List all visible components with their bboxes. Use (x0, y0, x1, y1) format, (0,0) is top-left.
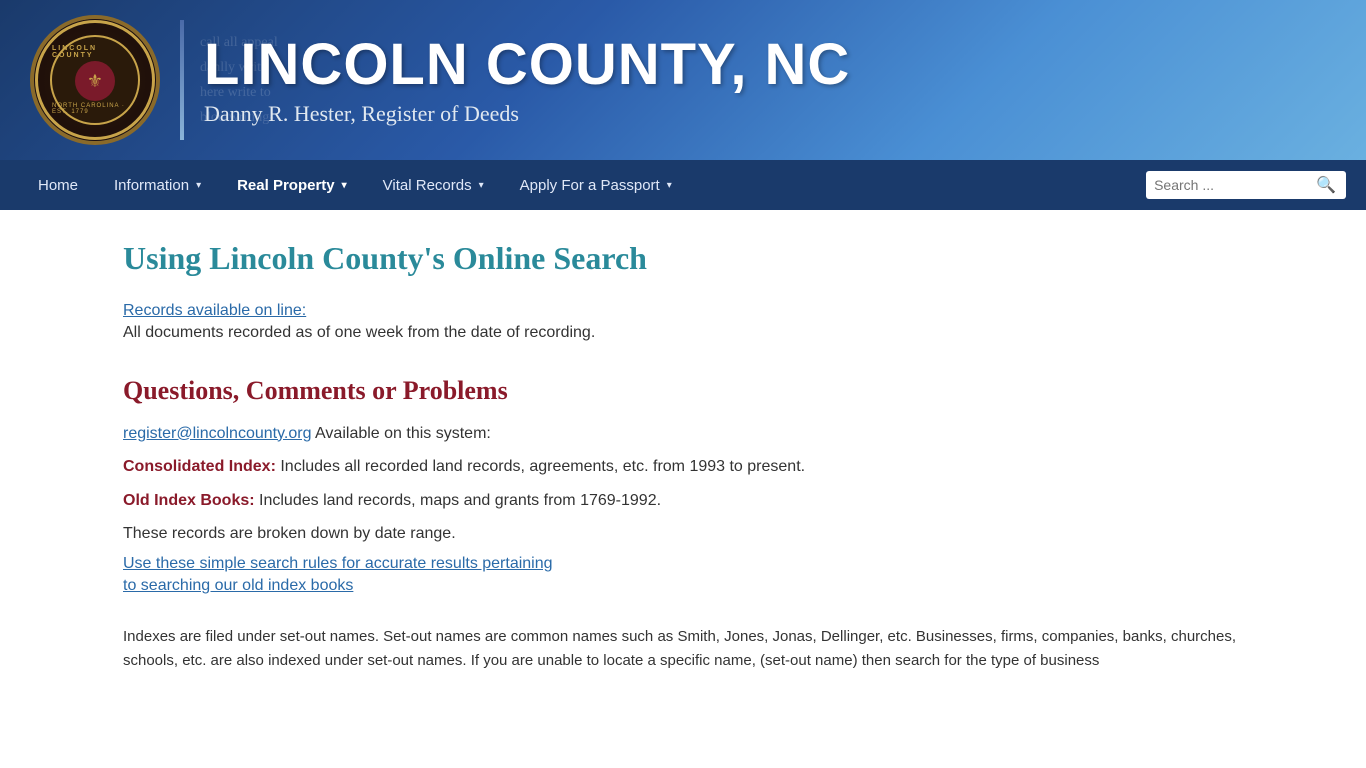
main-content: Using Lincoln County's Online Search Rec… (43, 210, 1323, 703)
consolidated-index-line: Consolidated Index: Includes all recorde… (123, 454, 1243, 480)
date-range-text: These records are broken down by date ra… (123, 521, 1243, 547)
site-logo: LINCOLN COUNTY ⚜ NORTH CAROLINA · EST. 1… (30, 15, 160, 145)
header-divider (180, 20, 184, 140)
nav-item-apply-passport[interactable]: Apply For a Passport ▾ (502, 163, 690, 208)
indexes-description: Indexes are filed under set-out names. S… (123, 625, 1243, 673)
search-rules-link-2[interactable]: to searching our old index books (123, 577, 1243, 595)
chevron-down-icon: ▾ (667, 180, 672, 191)
nav-item-real-property[interactable]: Real Property ▾ (219, 163, 365, 208)
old-index-text: Includes land records, maps and grants f… (255, 492, 661, 509)
nav-home-label: Home (38, 177, 78, 194)
chevron-down-icon: ▾ (479, 180, 484, 191)
old-index-label: Old Index Books: (123, 492, 255, 509)
nav-real-property-label: Real Property (237, 177, 335, 194)
search-icon: 🔍 (1316, 177, 1336, 194)
records-text: All documents recorded as of one week fr… (123, 320, 1243, 346)
nav-item-information[interactable]: Information ▾ (96, 163, 219, 208)
chevron-down-icon: ▾ (196, 180, 201, 191)
nav-items-list: Home Information ▾ Real Property ▾ Vital… (20, 163, 1146, 208)
page-title: Using Lincoln County's Online Search (123, 240, 1243, 277)
logo-emblem-icon: ⚜ (75, 61, 115, 101)
search-bar[interactable]: 🔍 (1146, 171, 1346, 199)
logo-bottom-text: NORTH CAROLINA · EST. 1779 (52, 103, 138, 115)
nav-passport-label: Apply For a Passport (520, 177, 660, 194)
site-title: LINCOLN COUNTY, NC (204, 33, 850, 97)
nav-vital-records-label: Vital Records (383, 177, 472, 194)
contact-email-link[interactable]: register@lincolncounty.org (123, 425, 311, 442)
nav-item-vital-records[interactable]: Vital Records ▾ (365, 163, 502, 208)
questions-heading: Questions, Comments or Problems (123, 376, 1243, 406)
contact-line: register@lincolncounty.org Available on … (123, 421, 1243, 447)
chevron-down-icon: ▾ (342, 180, 347, 191)
site-header: call all appeal danlly write here write … (0, 0, 1366, 160)
header-title-block: LINCOLN COUNTY, NC Danny R. Hester, Regi… (204, 33, 850, 128)
old-index-line: Old Index Books: Includes land records, … (123, 488, 1243, 514)
search-button[interactable]: 🔍 (1314, 175, 1338, 195)
logo-top-text: LINCOLN COUNTY (52, 45, 138, 59)
nav-item-home[interactable]: Home (20, 163, 96, 208)
search-input[interactable] (1154, 177, 1314, 193)
site-subtitle: Danny R. Hester, Register of Deeds (204, 101, 850, 127)
search-rules-link-1[interactable]: Use these simple search rules for accura… (123, 555, 1243, 573)
consolidated-label: Consolidated Index: (123, 458, 276, 475)
nav-information-label: Information (114, 177, 189, 194)
records-available-link[interactable]: Records available on line: (123, 302, 306, 319)
main-navigation: Home Information ▾ Real Property ▾ Vital… (0, 160, 1366, 210)
consolidated-text: Includes all recorded land records, agre… (276, 458, 805, 475)
contact-suffix: Available on this system: (311, 425, 490, 442)
